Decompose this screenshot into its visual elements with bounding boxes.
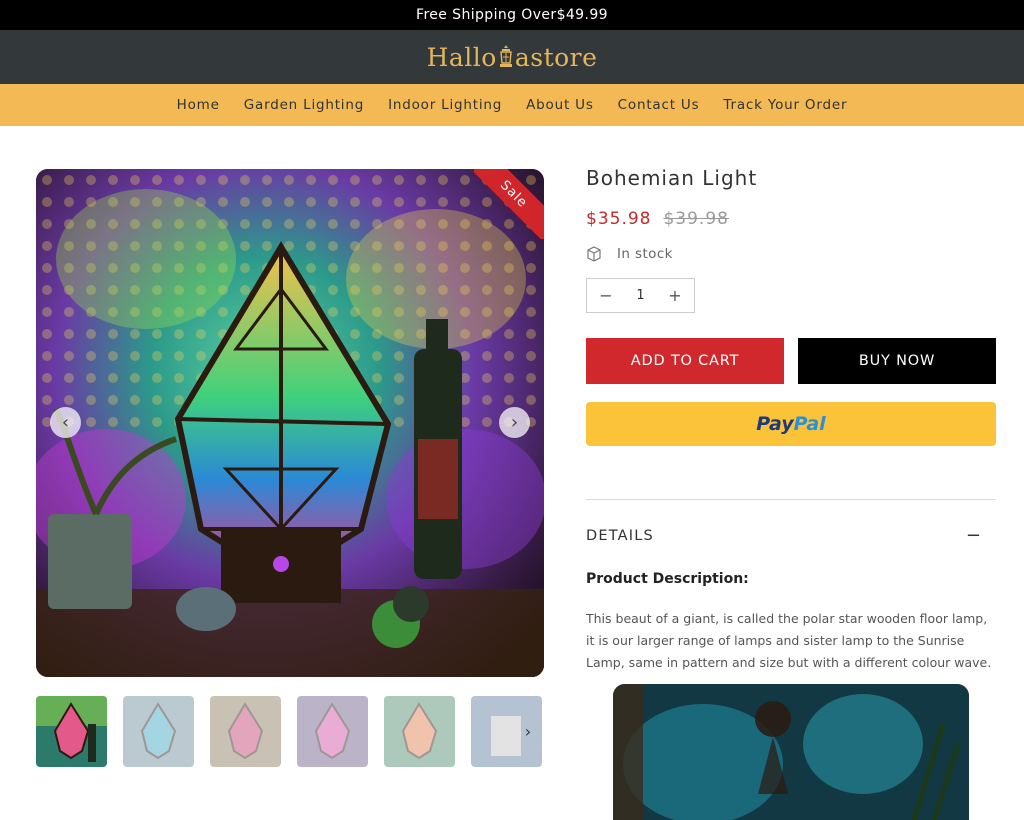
thumbnail[interactable] [210,696,281,767]
thumbnail[interactable] [36,696,107,767]
product-title: Bohemian Light [586,166,758,190]
quantity-minus-button[interactable]: − [599,286,613,305]
quantity-input[interactable]: 1 [636,288,644,303]
nav-contact-us[interactable]: Contact Us [618,97,700,113]
nav-about-us[interactable]: About Us [526,97,594,113]
buy-now-button[interactable]: BUY NOW [798,338,996,384]
chevron-right-icon[interactable]: › [499,407,530,438]
box-icon [587,246,601,262]
thumbnail[interactable] [384,696,455,767]
stock-status: In stock [586,246,673,262]
lantern-icon [498,44,514,70]
chevron-left-icon[interactable]: ‹ [50,407,81,438]
add-to-cart-button[interactable]: ADD TO CART [586,338,784,384]
details-label: DETAILS [586,527,654,544]
thumbnail[interactable] [123,696,194,767]
store-logo[interactable]: Hallo astore [427,43,598,72]
thumbnail-next-icon[interactable]: › [518,718,538,744]
logo-text-left: Hallo [426,42,497,72]
price-row: $35.98 $39.98 [586,209,729,229]
compare-price: $39.98 [663,209,729,229]
collapse-icon[interactable]: − [966,525,981,546]
product-description-text: This beaut of a giant, is called the pol… [586,611,992,670]
announcement-bar: Free Shipping Over$49.99 [0,0,1024,30]
nav-track-order[interactable]: Track Your Order [723,97,847,113]
description-image [613,684,969,820]
stock-text: In stock [617,246,673,262]
paypal-logo-pay: Pay [756,413,794,435]
product-description-heading: Product Description: [586,571,749,587]
sale-price: $35.98 [586,209,652,229]
product-info: Bohemian Light $35.98 $39.98 In stock − … [586,166,996,820]
logo-text-right: astore [514,42,598,72]
sale-badge: Sale [474,169,544,239]
main-nav: Home Garden Lighting Indoor Lighting Abo… [0,84,1024,126]
nav-home[interactable]: Home [177,97,220,113]
divider [586,499,996,500]
quantity-stepper: − 1 + [586,278,695,313]
thumbnail[interactable] [297,696,368,767]
product-gallery[interactable]: Sale ‹ › [36,169,544,677]
details-accordion-header[interactable]: DETAILS − [586,525,996,546]
nav-indoor-lighting[interactable]: Indoor Lighting [388,97,502,113]
product-main-image [36,169,544,677]
paypal-button[interactable]: Pay Pal [586,402,996,446]
announcement-text: Free Shipping Over$49.99 [416,7,608,23]
thumbnail-strip [36,696,544,767]
quantity-plus-button[interactable]: + [668,286,682,305]
paypal-logo-pal: Pal [793,413,826,435]
site-header: Hallo astore [0,30,1024,84]
nav-garden-lighting[interactable]: Garden Lighting [244,97,364,113]
